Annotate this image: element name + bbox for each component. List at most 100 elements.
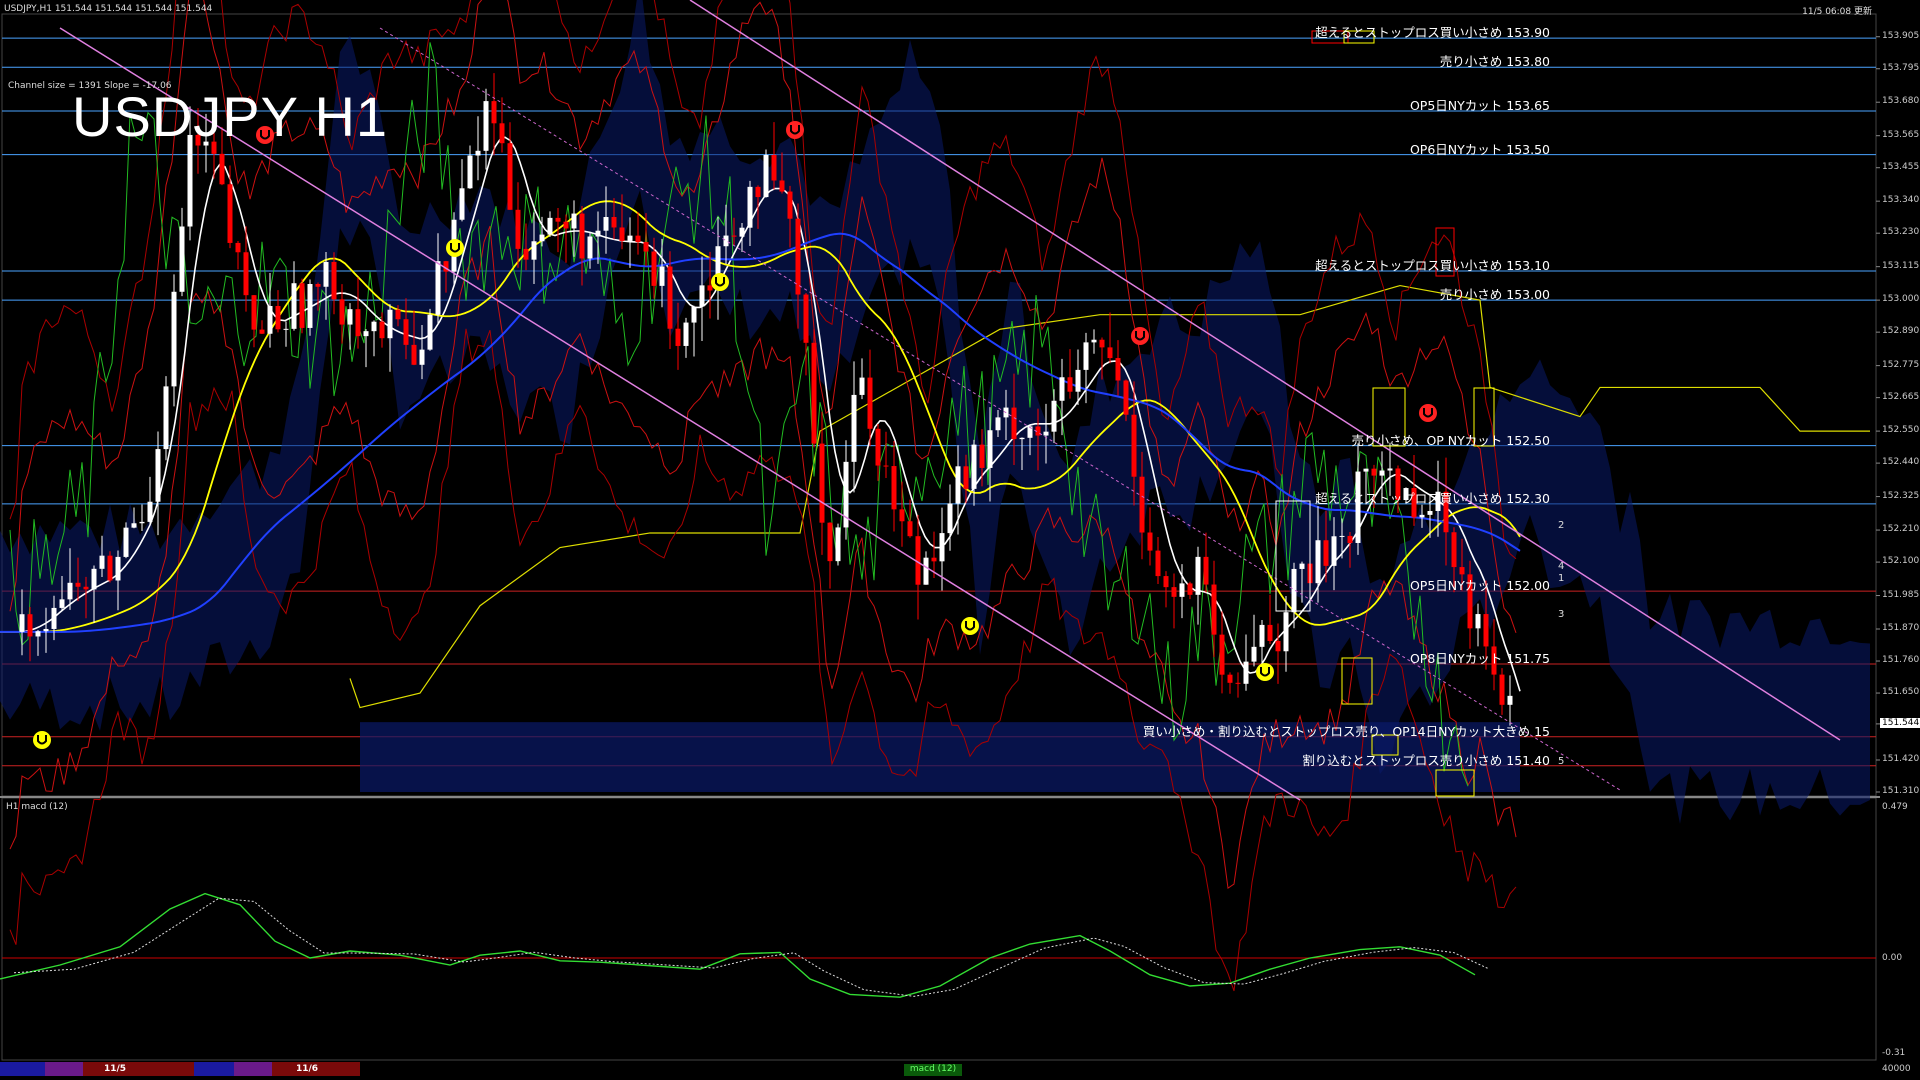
candle-bull	[267, 305, 273, 334]
candle-bear	[27, 614, 33, 637]
candle-bull	[939, 533, 945, 562]
candle-bull	[571, 213, 577, 229]
axis-tick-label: 153.230	[1882, 227, 1920, 238]
candle-bull	[139, 521, 145, 524]
macd-label: H1 macd (12)	[6, 802, 68, 812]
update-datetime: 11/5 06:08 更新	[1802, 7, 1872, 17]
signal-marker-icon	[446, 239, 464, 257]
candle-bear	[1067, 377, 1073, 392]
candle-bear	[667, 266, 673, 329]
candle-bear	[963, 466, 969, 489]
axis-tick-label: 152.550	[1882, 425, 1920, 436]
axis-tick-label: 153.455	[1882, 161, 1920, 172]
level-label: 超えるとストップロス買い小さめ 152.30	[1315, 490, 1550, 506]
candle-bull	[291, 283, 297, 329]
candle-bull	[683, 322, 689, 346]
candle-bull	[387, 309, 393, 339]
candle-bull	[131, 523, 137, 528]
candle-bear	[235, 242, 241, 253]
candle-bull	[747, 186, 753, 228]
candle-bull	[763, 155, 769, 198]
candle-bear	[507, 143, 513, 210]
candle-bear	[1267, 624, 1273, 641]
candle-bull	[467, 155, 473, 189]
macd-tab[interactable]: macd (12)	[904, 1064, 962, 1076]
candle-bear	[883, 465, 889, 467]
candle-bear	[827, 522, 833, 562]
level-label: 売り小さめ、OP NYカット 152.50	[1351, 432, 1550, 448]
candle-bear	[707, 285, 713, 291]
candle-bear	[771, 155, 777, 181]
candle-bear	[979, 444, 985, 468]
candle-bear	[1123, 380, 1129, 415]
lagging-line	[9, 42, 1469, 787]
signal-marker-icon	[711, 273, 729, 291]
date-label: 11/6	[296, 1064, 319, 1074]
candle-bear	[499, 123, 505, 144]
candle-bull	[1243, 661, 1249, 684]
candle-bear	[1275, 640, 1281, 652]
signal-marker-icon	[961, 617, 979, 635]
line-tag: 4	[1558, 561, 1565, 572]
candle-bull	[1339, 535, 1345, 537]
candle-bull	[995, 417, 1001, 431]
candle-bull	[115, 556, 121, 581]
candle-bull	[739, 227, 745, 237]
line-tag: 3	[1558, 609, 1565, 620]
macd-axis-top: 0.479	[1882, 802, 1908, 812]
candle-bull	[459, 188, 465, 220]
candle-bear	[811, 342, 817, 444]
volume-axis-label: 40000	[1882, 1064, 1911, 1074]
candle-bear	[1139, 476, 1145, 533]
right-axis	[1876, 36, 1880, 793]
candle-bear	[787, 191, 793, 219]
signal-marker-icon	[1256, 663, 1274, 681]
level-label: 超えるとストップロス買い小さめ 153.10	[1315, 258, 1550, 274]
candle-bull	[987, 430, 993, 468]
axis-tick-label: 153.000	[1882, 294, 1920, 305]
signal-marker-icon	[1419, 404, 1437, 422]
session-seg	[234, 1062, 272, 1076]
candle-bear	[107, 555, 113, 581]
current-price-tag: 151.544	[1880, 718, 1920, 728]
candle-bear	[563, 221, 569, 229]
candle-bull	[1331, 536, 1337, 566]
candle-bull	[1059, 377, 1065, 401]
candle-bear	[755, 186, 761, 198]
level-label: OP6日NYカット 153.50	[1409, 141, 1550, 157]
candle-bear	[515, 209, 521, 249]
axis-tick-label: 152.775	[1882, 359, 1920, 370]
candle-bear	[395, 309, 401, 320]
candle-bear	[819, 443, 825, 523]
candle-bull	[1427, 511, 1433, 515]
level-label: OP5日NYカット 152.00	[1409, 578, 1550, 594]
macd-signal-line	[13, 897, 1490, 997]
candle-bear	[243, 252, 249, 296]
candle-bear	[83, 586, 89, 590]
candle-bear	[219, 153, 225, 185]
candle-bear	[1011, 407, 1017, 440]
candle-bear	[1219, 634, 1225, 675]
candle-bull	[1075, 369, 1081, 392]
candle-bull	[859, 377, 865, 395]
candle-bull	[475, 150, 481, 156]
candle-bull	[691, 306, 697, 323]
chart-canvas	[0, 0, 1880, 1061]
session-seg	[0, 1062, 45, 1076]
candle-bear	[1187, 583, 1193, 595]
candle-bear	[555, 217, 561, 222]
candle-bull	[19, 614, 25, 632]
axis-tick-label: 151.420	[1882, 753, 1920, 764]
candle-bull	[91, 568, 97, 590]
line-tag: 5	[1558, 756, 1565, 767]
candle-bear	[1171, 587, 1177, 597]
candle-bear	[867, 377, 873, 429]
candle-bull	[1419, 514, 1425, 518]
candle-bull	[307, 283, 313, 328]
candle-bull	[627, 235, 633, 241]
candle-bear	[1483, 614, 1489, 647]
candle-bull	[179, 226, 185, 292]
candle-bear	[875, 428, 881, 466]
candle-bear	[675, 328, 681, 346]
macd-axis-bottom: -0.31	[1882, 1048, 1906, 1058]
